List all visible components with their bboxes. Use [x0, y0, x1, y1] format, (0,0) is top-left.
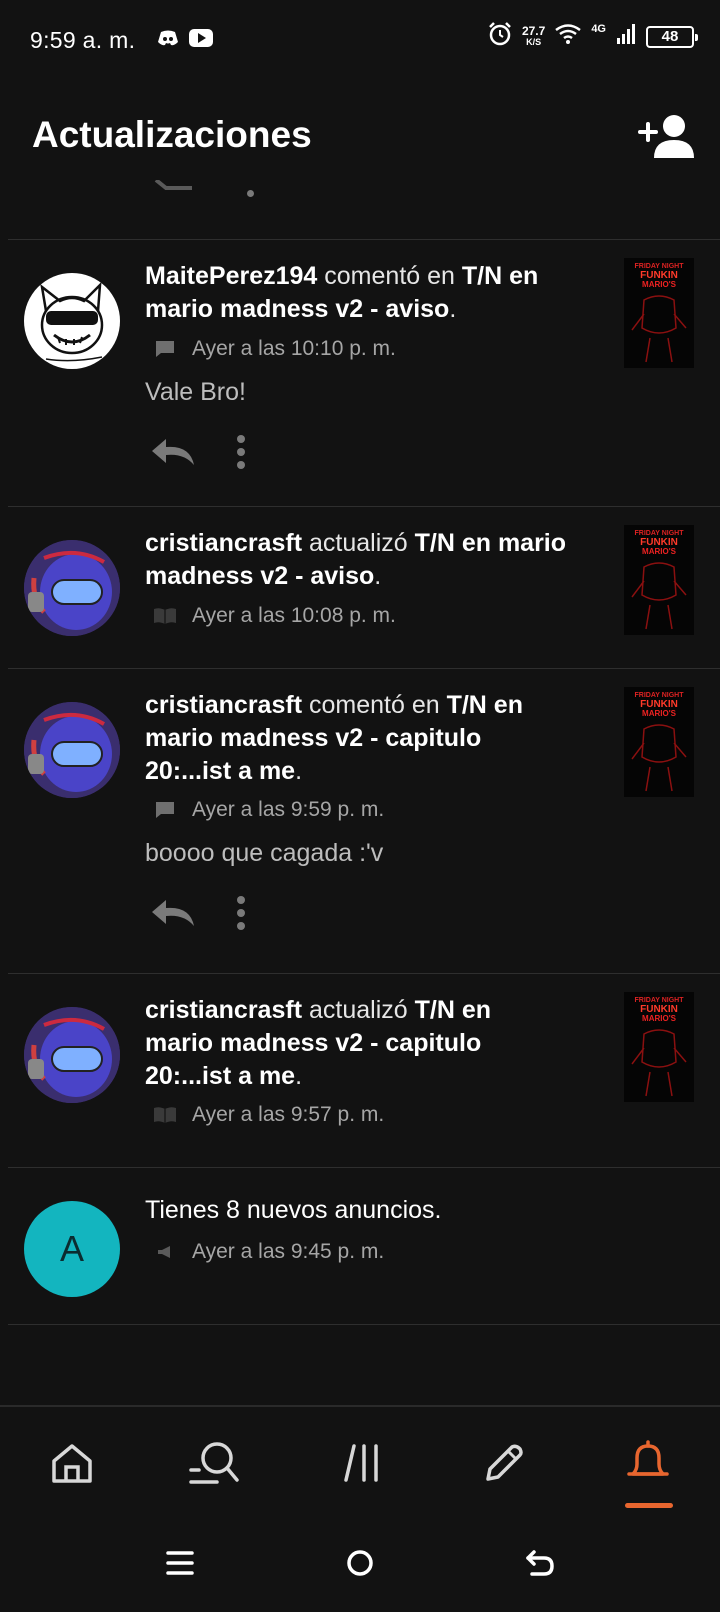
avatar[interactable]	[24, 273, 120, 369]
add-user-icon	[638, 115, 694, 158]
more-icon	[247, 190, 254, 197]
nav-home[interactable]	[44, 1435, 100, 1491]
timestamp: Ayer a las 9:59 p. m.	[192, 798, 385, 821]
announcement-text[interactable]: Tienes 8 nuevos anuncios.	[145, 1194, 595, 1227]
system-navigation	[0, 1513, 720, 1612]
svg-text:MARIO'S: MARIO'S	[642, 709, 677, 718]
nav-write[interactable]	[476, 1435, 532, 1491]
circle-icon	[347, 1550, 373, 1576]
comment-text: boooo que cagada :'v	[145, 839, 384, 867]
notification-text[interactable]: cristiancrasft actualizó T/N en mario ma…	[145, 527, 595, 593]
notification-meta: Ayer a las 9:57 p. m.	[152, 1103, 384, 1127]
discord-icon	[157, 29, 179, 52]
nav-search[interactable]	[186, 1435, 242, 1491]
announcement-avatar[interactable]: A	[24, 1201, 120, 1297]
youtube-icon	[189, 28, 214, 52]
network-speed: 27.7 K/S	[521, 23, 546, 47]
add-user-button[interactable]	[638, 112, 696, 160]
search-icon	[189, 1442, 239, 1484]
svg-text:MARIO'S: MARIO'S	[642, 547, 677, 556]
partial-notification	[0, 180, 720, 240]
menu-icon	[166, 1551, 194, 1575]
book-icon	[152, 605, 178, 627]
reply-icon	[154, 180, 192, 190]
reply-icon[interactable]	[150, 898, 196, 933]
bottom-navigation	[0, 1405, 720, 1513]
app-header: Actualizaciones	[0, 100, 720, 180]
alarm-icon	[488, 22, 512, 51]
more-options-icon[interactable]	[236, 896, 246, 935]
divider	[8, 1324, 720, 1325]
comment-text: Vale Bro!	[145, 378, 246, 406]
notification-item[interactable]: cristiancrasft actualizó T/N en mario ma…	[0, 507, 720, 669]
notification-item[interactable]: cristiancrasft comentó en T/N en mario m…	[0, 669, 720, 974]
notification-meta: Ayer a las 9:59 p. m.	[152, 798, 384, 822]
bell-icon	[627, 1440, 669, 1476]
comment-actions	[150, 896, 246, 935]
timestamp: Ayer a las 10:10 p. m.	[192, 337, 396, 360]
svg-text:FRIDAY NIGHT: FRIDAY NIGHT	[634, 997, 684, 1004]
comment-icon	[152, 338, 178, 360]
page-title: Actualizaciones	[32, 114, 312, 155]
notification-text[interactable]: MaitePerez194 comentó en T/N en mario ma…	[145, 260, 595, 326]
book-icon	[152, 1104, 178, 1126]
avatar[interactable]	[24, 1007, 120, 1103]
timestamp: Ayer a las 10:08 p. m.	[192, 604, 396, 627]
svg-text:MARIO'S: MARIO'S	[642, 1014, 677, 1023]
notification-meta: Ayer a las 10:10 p. m.	[152, 337, 396, 361]
back-button[interactable]	[518, 1543, 562, 1583]
story-thumbnail[interactable]: FRIDAY NIGHT FUNKIN MARIO'S	[624, 992, 694, 1102]
avatar[interactable]	[24, 702, 120, 798]
back-icon	[526, 1550, 554, 1576]
svg-text:MARIO'S: MARIO'S	[642, 280, 677, 289]
avatar[interactable]	[24, 540, 120, 636]
notification-meta: Ayer a las 10:08 p. m.	[152, 604, 396, 628]
user-name[interactable]: cristiancrasft	[145, 529, 302, 557]
timestamp: Ayer a las 9:45 p. m.	[192, 1240, 385, 1263]
notification-item[interactable]: MaitePerez194 comentó en T/N en mario ma…	[0, 240, 720, 520]
announcement-item[interactable]: A Tienes 8 nuevos anuncios. Ayer a las 9…	[0, 1168, 720, 1324]
story-thumbnail[interactable]: FRIDAY NIGHT FUNKIN MARIO'S	[624, 687, 694, 797]
notification-text[interactable]: cristiancrasft actualizó T/N en mario ma…	[145, 994, 545, 1093]
notification-item[interactable]: cristiancrasft actualizó T/N en mario ma…	[0, 974, 720, 1168]
status-time: 9:59 a. m.	[30, 26, 136, 53]
user-name[interactable]: MaitePerez194	[145, 262, 317, 290]
svg-text:FRIDAY NIGHT: FRIDAY NIGHT	[634, 692, 684, 699]
story-thumbnail[interactable]: FRIDAY NIGHT FUNKIN MARIO'S	[624, 258, 694, 368]
svg-text:FRIDAY NIGHT: FRIDAY NIGHT	[634, 263, 684, 270]
user-name[interactable]: cristiancrasft	[145, 691, 302, 719]
notification-feed[interactable]: MaitePerez194 comentó en T/N en mario ma…	[0, 180, 720, 1405]
timestamp: Ayer a las 9:57 p. m.	[192, 1103, 385, 1126]
wifi-icon	[555, 24, 582, 49]
story-thumbnail[interactable]: FRIDAY NIGHT FUNKIN MARIO'S	[624, 525, 694, 635]
write-icon	[486, 1444, 523, 1481]
signal-icon	[616, 24, 636, 49]
status-bar: 9:59 a. m. 27.7 K/S 4G 48	[0, 0, 720, 80]
comment-actions	[150, 435, 246, 474]
home-icon	[52, 1444, 92, 1483]
home-button[interactable]	[338, 1543, 382, 1583]
nav-library[interactable]	[334, 1435, 390, 1491]
network-type: 4G	[591, 22, 606, 35]
library-icon	[344, 1444, 378, 1482]
battery-indicator: 48	[646, 25, 698, 48]
active-tab-indicator	[625, 1503, 673, 1508]
svg-text:FRIDAY NIGHT: FRIDAY NIGHT	[634, 530, 684, 537]
user-name[interactable]: cristiancrasft	[145, 996, 302, 1024]
notification-meta: Ayer a las 9:45 p. m.	[152, 1240, 384, 1264]
more-options-icon[interactable]	[236, 435, 246, 474]
nav-notifications[interactable]	[620, 1435, 676, 1491]
recent-apps-button[interactable]	[158, 1543, 202, 1583]
megaphone-icon	[152, 1241, 178, 1263]
comment-icon	[152, 799, 178, 821]
notification-text[interactable]: cristiancrasft comentó en T/N en mario m…	[145, 689, 545, 788]
reply-icon[interactable]	[150, 437, 196, 472]
